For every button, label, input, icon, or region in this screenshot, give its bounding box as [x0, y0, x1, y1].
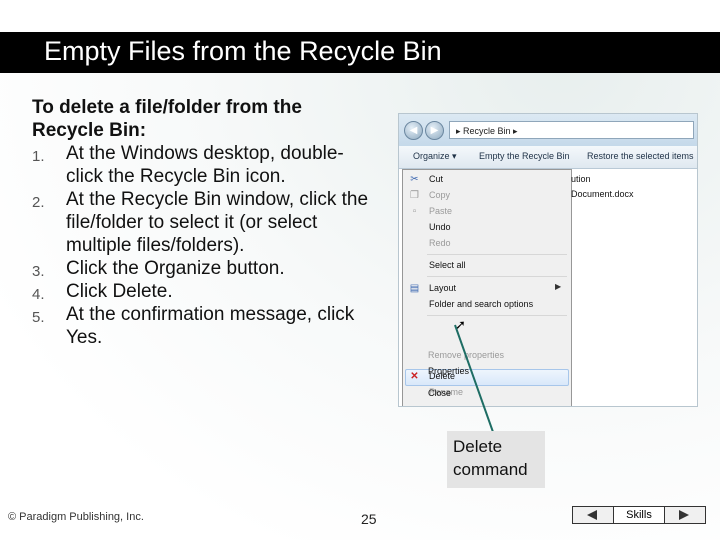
previous-slide-button[interactable]: [572, 506, 614, 524]
footer-navigation: Skills: [572, 506, 720, 524]
delete-command-callout: Delete command: [447, 431, 545, 488]
copyright-text: © Paradigm Publishing, Inc.: [8, 511, 144, 523]
right-arrow-icon: [679, 510, 689, 520]
callout-connector: [454, 324, 494, 433]
next-slide-button[interactable]: [664, 506, 706, 524]
callout-line: [454, 324, 494, 433]
skills-button[interactable]: Skills: [613, 506, 665, 524]
page-number: 25: [361, 511, 377, 527]
callout-line2: command: [453, 460, 528, 479]
left-arrow-icon: [587, 510, 597, 520]
callout-line1: Delete: [453, 437, 503, 456]
